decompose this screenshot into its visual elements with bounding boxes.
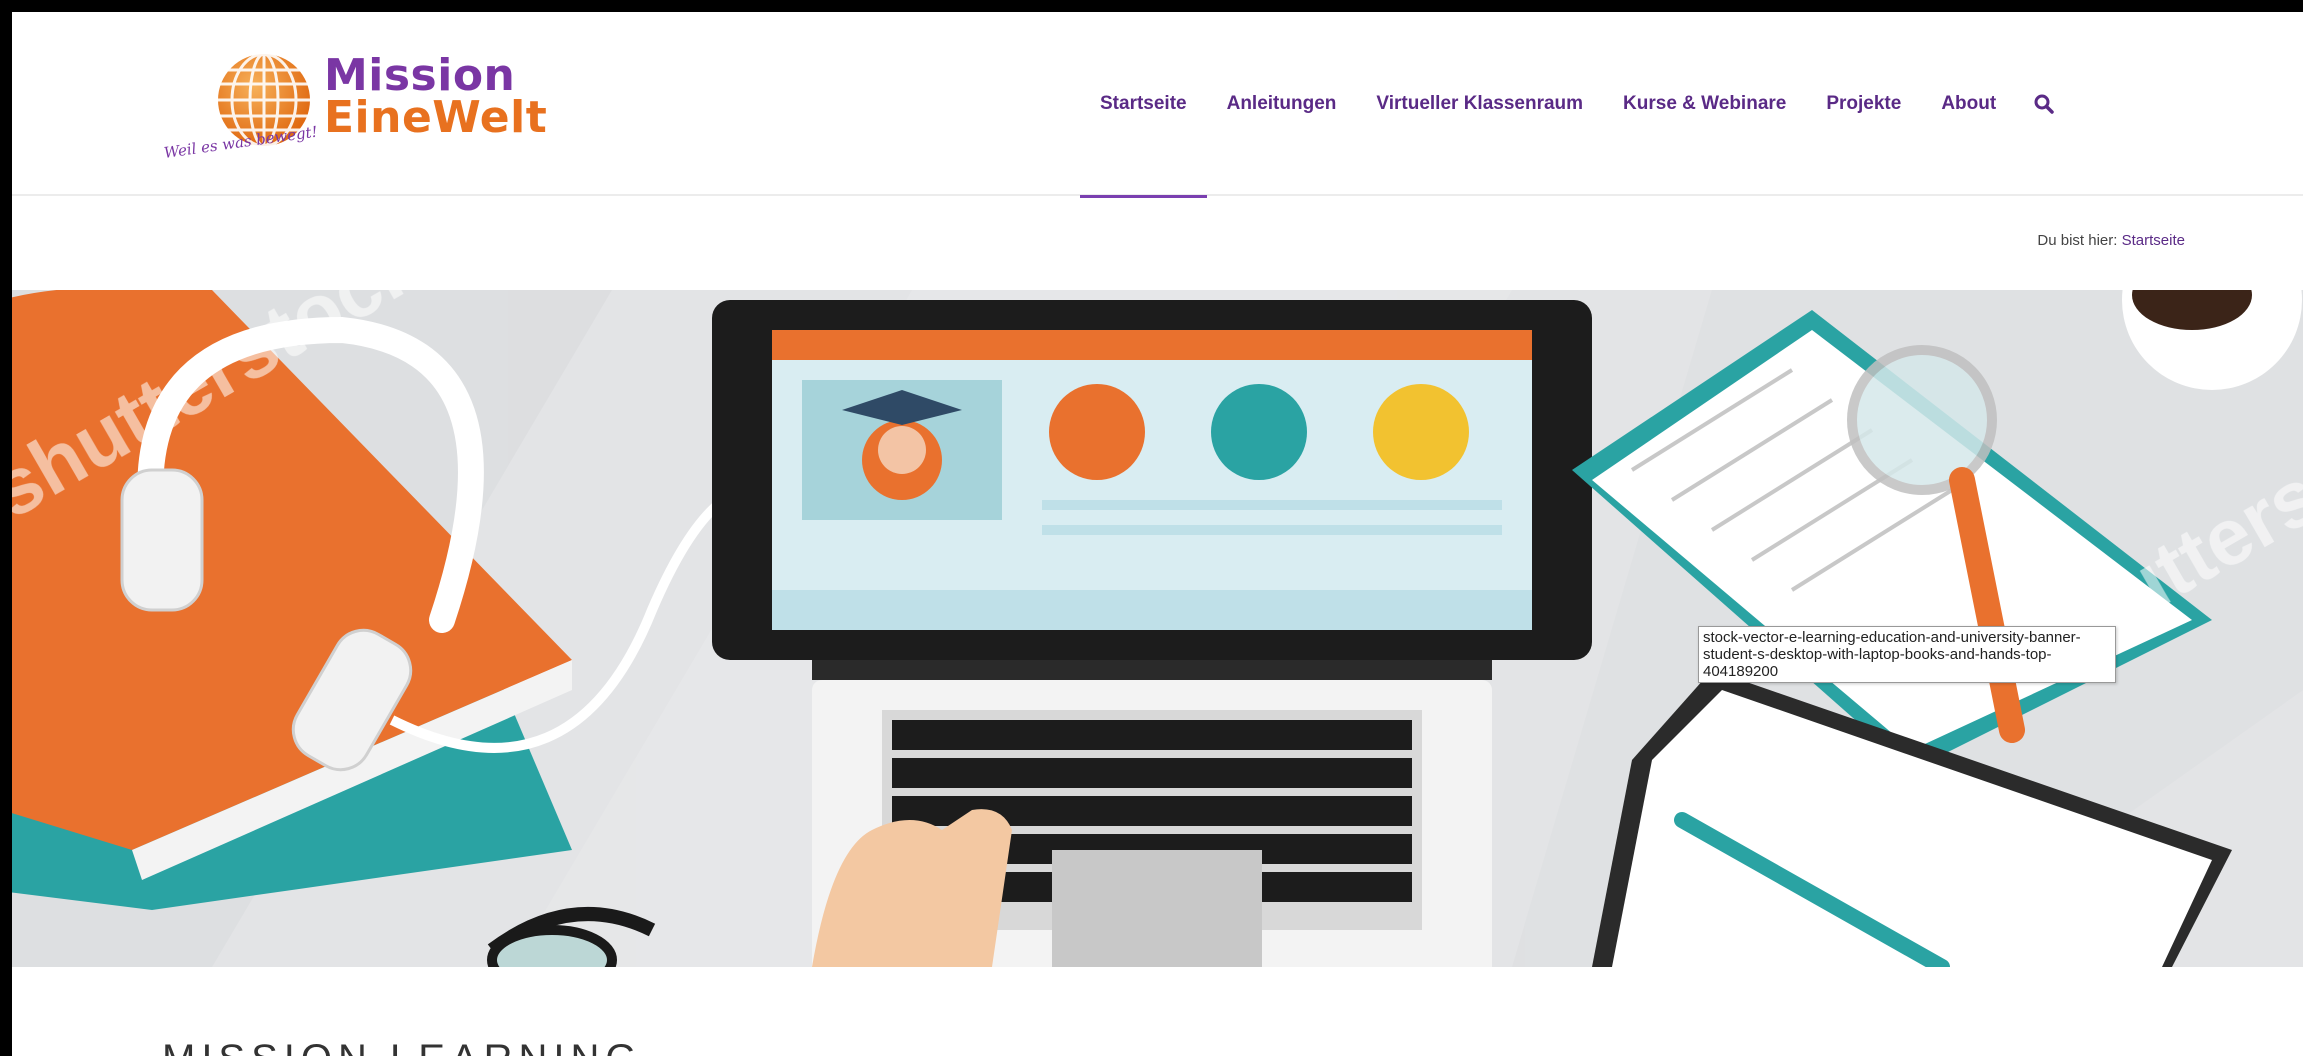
search-icon	[2034, 94, 2054, 114]
nav-item-projekte[interactable]: Projekte	[1806, 12, 1921, 196]
nav-item-about[interactable]: About	[1921, 12, 2016, 196]
breadcrumb-prefix: Du bist hier:	[2037, 232, 2118, 249]
nav-item-anleitungen[interactable]: Anleitungen	[1207, 12, 1357, 196]
logo-title-line2: EineWelt	[324, 92, 548, 143]
nav-item-kurse-webinare[interactable]: Kurse & Webinare	[1603, 12, 1806, 196]
page-heading: MISSION LEARNING	[162, 1037, 643, 1056]
breadcrumb-link-startseite[interactable]: Startseite	[2122, 232, 2185, 249]
nav-item-startseite[interactable]: Startseite	[1080, 12, 1207, 198]
hero-banner-image: shutterstock shutterstock stock-vector-e…	[12, 290, 2303, 967]
page: Mission EineWelt Weil es was bewegt! Sta…	[12, 12, 2303, 1056]
breadcrumb: Du bist hier: Startseite	[2037, 232, 2185, 249]
nav-item-virtueller-klassenraum[interactable]: Virtueller Klassenraum	[1356, 12, 1603, 196]
search-button[interactable]	[2016, 12, 2072, 196]
image-title-tooltip: stock-vector-e-learning-education-and-un…	[1698, 626, 2116, 683]
site-header: Mission EineWelt Weil es was bewegt! Sta…	[12, 12, 2303, 198]
site-logo[interactable]: Mission EineWelt Weil es was bewegt!	[160, 32, 547, 192]
main-navigation: Startseite Anleitungen Virtueller Klasse…	[1080, 12, 2072, 198]
